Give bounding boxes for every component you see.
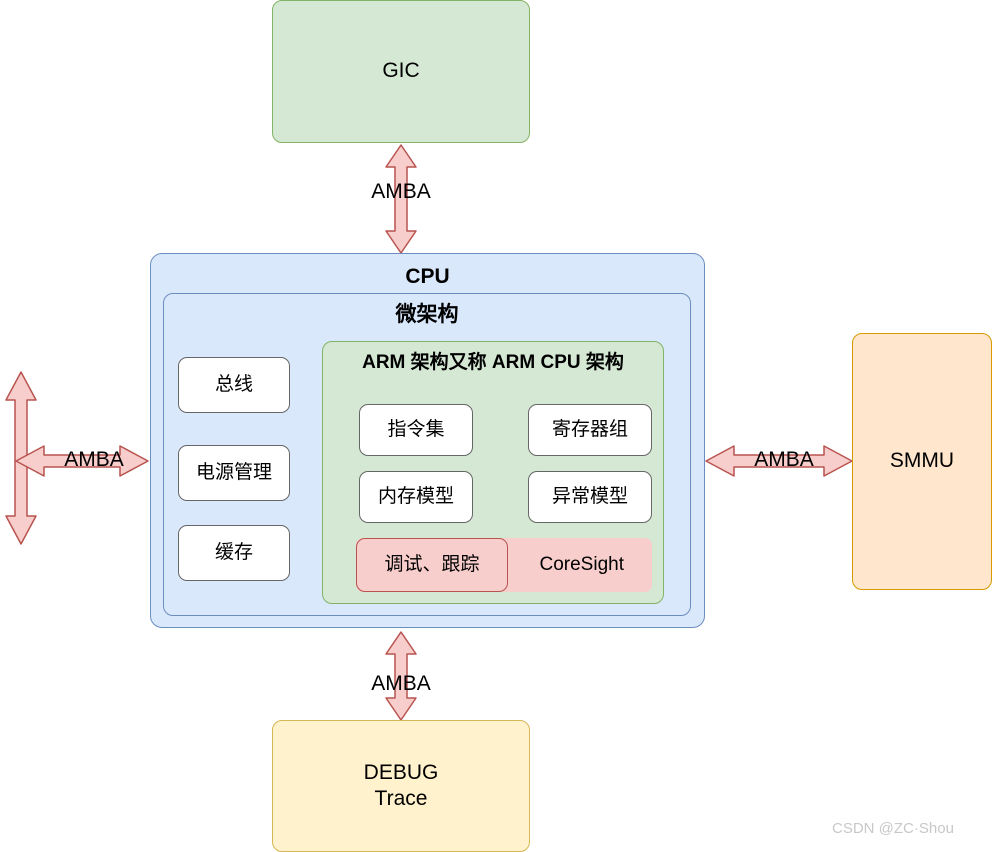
node-register-file-label: 寄存器组: [551, 419, 628, 441]
node-coresight-label: CoreSight: [539, 554, 625, 576]
node-exception-model-label: 异常模型: [551, 486, 628, 508]
node-microarchitecture-label: 微架构: [395, 303, 459, 326]
node-smmu-label: SMMU: [889, 449, 955, 473]
diagram-canvas: GIC AMBA CPU 微架构 总线 电源管理 缓存 ARM 架构又称 ARM…: [0, 0, 992, 852]
amba-label-cpu-smmu: AMBA: [754, 448, 814, 471]
node-cache-label: 缓存: [214, 542, 253, 564]
watermark: CSDN @ZC·Shou: [832, 820, 954, 837]
node-memory-model-label: 内存模型: [377, 486, 454, 508]
node-bus[interactable]: 总线: [178, 357, 290, 413]
amba-label-cpu-left: AMBA: [64, 448, 124, 471]
node-bus-label: 总线: [214, 374, 253, 396]
node-power-management[interactable]: 电源管理: [178, 445, 290, 501]
node-arm-architecture-label: ARM 架构又称 ARM CPU 架构: [362, 352, 624, 373]
node-exception-model[interactable]: 异常模型: [528, 471, 652, 523]
node-register-file[interactable]: 寄存器组: [528, 404, 652, 456]
amba-label-gic-cpu: AMBA: [371, 180, 431, 203]
node-power-management-label: 电源管理: [195, 462, 272, 484]
node-debug-trace-inner[interactable]: 调试、跟踪: [356, 538, 508, 592]
node-instruction-set[interactable]: 指令集: [359, 404, 473, 456]
node-gic[interactable]: GIC: [272, 0, 530, 143]
node-debug-trace-label-line1: DEBUG: [363, 760, 439, 784]
node-smmu[interactable]: SMMU: [852, 333, 992, 590]
node-cpu-label: CPU: [405, 265, 450, 288]
amba-label-cpu-debug: AMBA: [371, 672, 431, 695]
node-debug-trace[interactable]: DEBUG Trace: [272, 720, 530, 852]
node-debug-trace-label-line2: Trace: [374, 787, 428, 810]
node-cache[interactable]: 缓存: [178, 525, 290, 581]
node-memory-model[interactable]: 内存模型: [359, 471, 473, 523]
node-gic-label: GIC: [382, 59, 420, 83]
node-debug-trace-inner-label: 调试、跟踪: [384, 554, 480, 576]
node-instruction-set-label: 指令集: [387, 419, 445, 441]
